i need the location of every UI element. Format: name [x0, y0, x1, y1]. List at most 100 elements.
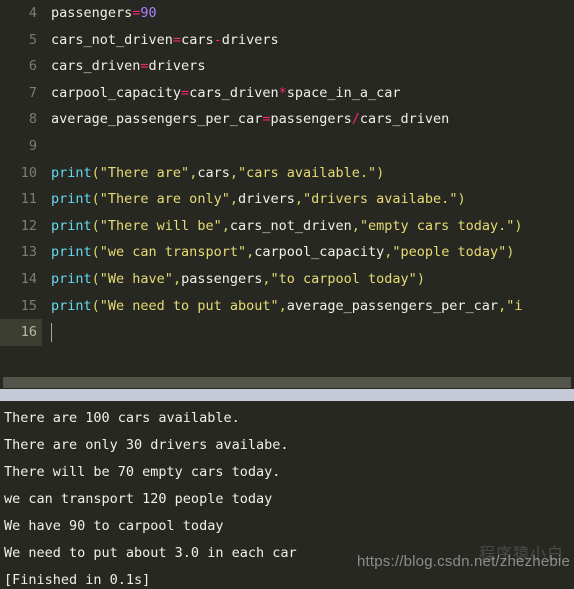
code-token-punc: ( — [91, 164, 100, 181]
code-token-str: "We need to put about" — [99, 297, 279, 314]
code-token-punc: ( — [91, 217, 100, 234]
code-line[interactable]: 6 cars_driven=drivers — [0, 53, 574, 80]
code-line-text[interactable]: print("we can transport",carpool_capacit… — [51, 239, 514, 266]
code-editor-app: 4 passengers=90 5 cars_not_driven=cars-driv… — [0, 0, 574, 589]
code-token-fn: print — [51, 164, 92, 181]
code-line[interactable]: 5 cars_not_driven=cars-drivers — [0, 27, 574, 54]
line-number: 14 — [20, 270, 37, 287]
build-output-line: [Finished in 0.1s] — [4, 572, 151, 588]
code-token-plain: cars_driven — [359, 111, 450, 128]
code-line-text[interactable]: passengers=90 — [51, 0, 157, 27]
code-token-plain: average_passengers_per_car — [51, 111, 263, 128]
code-editor-pane[interactable]: 4 passengers=90 5 cars_not_driven=cars-driv… — [0, 0, 574, 376]
code-token-punc: ( — [91, 191, 100, 208]
code-token-num: 90 — [140, 5, 157, 21]
code-lines-container[interactable]: 4 passengers=90 5 cars_not_driven=cars-driv… — [0, 0, 574, 346]
code-line[interactable]: 15 print("We need to put about",average_p… — [0, 293, 574, 320]
code-line[interactable]: 11 print("There are only",drivers,"driver… — [0, 186, 574, 213]
code-line[interactable]: 4 passengers=90 — [0, 0, 574, 27]
build-output-line: There are 100 cars available. — [4, 410, 240, 426]
code-token-punc: , — [262, 270, 271, 287]
editor-horizontal-scrollbar-thumb[interactable] — [3, 377, 571, 388]
build-output-pane[interactable]: There are 100 cars available. There are o… — [0, 401, 574, 589]
panel-divider[interactable] — [0, 389, 574, 401]
code-token-plain: cars_not_driven — [229, 217, 352, 234]
code-token-plain: drivers — [148, 58, 206, 75]
code-line-text[interactable]: cars_not_driven=cars-drivers — [51, 27, 279, 54]
line-number: 7 — [28, 84, 37, 101]
line-number: 4 — [28, 5, 37, 21]
code-line[interactable]: 13 print("we can transport",carpool_capac… — [0, 239, 574, 266]
code-token-punc: , — [294, 191, 304, 208]
code-token-punc: , — [172, 270, 182, 287]
code-token-str: "There are only" — [99, 191, 230, 208]
code-token-op: / — [351, 111, 360, 128]
code-token-plain: passengers — [181, 270, 263, 287]
code-line-text[interactable]: print("There are only",drivers,"drivers … — [51, 186, 466, 213]
code-token-punc: ) — [376, 164, 385, 181]
code-token-punc: ) — [416, 270, 425, 287]
code-token-plain: passengers — [270, 111, 352, 128]
editor-horizontal-scrollbar-track[interactable] — [0, 376, 574, 389]
code-line-text[interactable]: cars_driven=drivers — [51, 53, 205, 80]
line-number: 16 — [0, 319, 42, 346]
code-token-punc: ) — [514, 217, 523, 234]
code-token-punc: , — [221, 217, 230, 234]
line-number: 15 — [20, 297, 37, 314]
code-token-fn: print — [51, 270, 92, 287]
build-output-lines: There are 100 cars available. There are o… — [0, 405, 574, 589]
code-token-plain: drivers — [237, 191, 295, 208]
code-token-str: "we can transport" — [99, 244, 247, 261]
line-number: 12 — [20, 217, 37, 234]
code-line-text[interactable]: print("There are",cars,"cars available."… — [51, 160, 384, 187]
code-token-plain: cars_not_driven — [51, 31, 173, 48]
code-line-text[interactable]: print("We have",passengers,"to carpool t… — [51, 266, 425, 293]
code-line[interactable]: 12 print("There will be",cars_not_driven,… — [0, 213, 574, 240]
code-line[interactable]: 8 average_passengers_per_car=passengers/c… — [0, 106, 574, 133]
code-token-plain: passengers — [51, 5, 133, 21]
code-token-fn: print — [51, 297, 92, 314]
code-token-punc: , — [229, 191, 238, 208]
code-token-str: "to carpool today" — [270, 270, 417, 287]
code-token-op: * — [278, 84, 287, 101]
line-number: 13 — [20, 244, 37, 261]
code-line[interactable]: 16 — [0, 319, 574, 346]
code-token-plain: cars_driven — [51, 58, 141, 75]
line-number: 5 — [28, 31, 37, 48]
build-output-line: There are only 30 drivers availabe. — [4, 437, 289, 453]
code-token-punc: , — [351, 217, 360, 234]
code-line-text[interactable]: print("We need to put about",average_pas… — [51, 293, 522, 320]
code-token-plain: carpool_capacity — [254, 244, 385, 261]
code-token-str: "There will be" — [99, 217, 222, 234]
code-token-plain: cars_driven — [189, 84, 279, 101]
code-token-fn: print — [51, 217, 92, 234]
code-line[interactable]: 9 — [0, 133, 574, 160]
code-token-punc: , — [278, 297, 287, 314]
code-token-op: = — [172, 31, 182, 48]
code-line-text[interactable]: carpool_capacity=cars_driven*space_in_a_… — [51, 80, 401, 107]
code-token-punc: ( — [91, 297, 100, 314]
code-line-text[interactable]: average_passengers_per_car=passengers/ca… — [51, 106, 449, 133]
code-token-str: "drivers availabe." — [303, 191, 458, 208]
code-token-fn: print — [51, 244, 92, 261]
code-token-op: = — [181, 84, 190, 101]
build-output-line: we can transport 120 people today — [4, 491, 273, 507]
code-token-punc: ( — [91, 270, 100, 287]
code-token-punc: , — [229, 164, 238, 181]
code-token-plain: cars — [197, 164, 230, 181]
code-line[interactable]: 7 carpool_capacity=cars_driven*space_in_a… — [0, 80, 574, 107]
code-token-plain: drivers — [221, 31, 279, 48]
line-number: 9 — [28, 137, 37, 154]
code-token-punc: ( — [91, 244, 100, 261]
code-token-str: "There are" — [99, 164, 190, 181]
code-token-punc: , — [498, 297, 507, 314]
code-token-punc: , — [246, 244, 255, 261]
code-token-str: "empty cars today." — [359, 217, 515, 234]
code-line[interactable]: 14 print("We have",passengers,"to carpool… — [0, 266, 574, 293]
code-line-text[interactable]: print("There will be",cars_not_driven,"e… — [51, 213, 522, 240]
build-output-line: There will be 70 empty cars today. — [4, 464, 281, 480]
line-number: 10 — [20, 164, 37, 181]
code-line[interactable]: 10 print("There are",cars,"cars available… — [0, 160, 574, 187]
code-token-str: "cars available." — [237, 164, 377, 181]
code-token-op: = — [140, 58, 149, 75]
